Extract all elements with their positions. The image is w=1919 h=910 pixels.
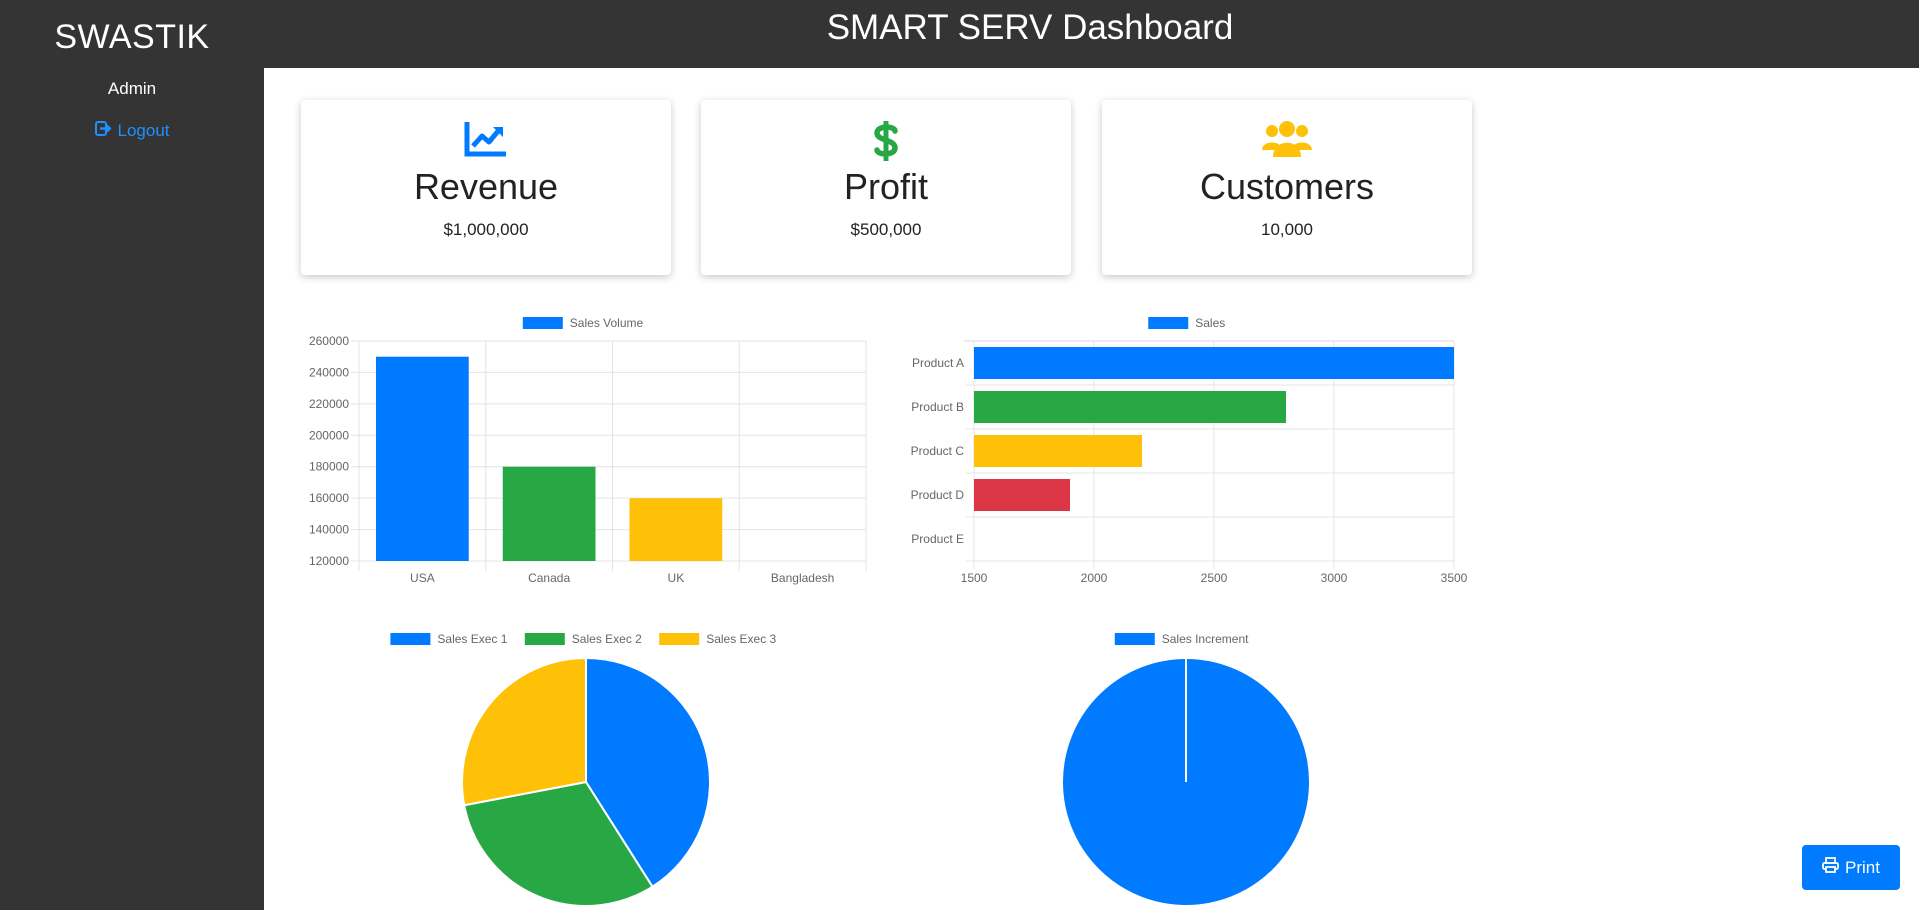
x-tick-label: 2500 (1201, 571, 1228, 585)
customers-card: Customers 10,000 (1102, 100, 1472, 275)
card-title: Revenue (413, 166, 559, 207)
legend-label: Sales Exec 3 (706, 632, 776, 646)
pie-slice (585, 656, 711, 889)
legend-swatch (522, 317, 563, 329)
bar (974, 391, 1286, 423)
bar (974, 435, 1142, 467)
x-tick-label: USA (410, 571, 435, 585)
y-tick-label: 200000 (309, 428, 349, 442)
pie-slice (461, 656, 587, 807)
top-header: SMART SERV Dashboard (264, 0, 1919, 68)
legend-label: Sales Exec 2 (572, 632, 642, 646)
sign-out-icon (94, 121, 112, 141)
legend-swatch (1148, 317, 1189, 329)
legend-swatch (524, 633, 565, 645)
card-title: Profit (843, 166, 929, 207)
pie-slice (463, 780, 654, 907)
y-tick-label: Product C (911, 444, 965, 458)
legend-swatch (1114, 633, 1155, 645)
legend-swatch (659, 633, 700, 645)
print-label: Print (1845, 857, 1880, 877)
sidebar: SWASTIK Admin Logout (0, 0, 264, 910)
legend-label: Sales Volume (570, 316, 644, 330)
profit-card: Profit $500,000 (701, 100, 1071, 275)
x-tick-label: 1500 (961, 571, 988, 585)
logout-label: Logout (117, 121, 170, 140)
y-tick-label: 160000 (309, 491, 349, 505)
card-value: $1,000,000 (443, 220, 529, 239)
x-tick-label: 3500 (1441, 571, 1468, 585)
pie-slice (1061, 657, 1311, 907)
bar (376, 356, 469, 561)
x-tick-label: Bangladesh (771, 571, 834, 585)
y-tick-label: 260000 (309, 334, 349, 348)
user-name: Admin (107, 79, 157, 98)
printer-icon (1822, 857, 1839, 878)
y-tick-label: 120000 (309, 554, 349, 568)
bar (629, 498, 723, 561)
card-title: Customers (1199, 166, 1375, 207)
legend-label: Sales Increment (1162, 632, 1249, 646)
x-tick-label: 2000 (1081, 571, 1108, 585)
bar (974, 347, 1454, 379)
bar (974, 479, 1070, 511)
revenue-card: Revenue $1,000,000 (301, 100, 671, 275)
x-tick-label: UK (668, 571, 685, 585)
print-button[interactable]: Print (1802, 845, 1900, 890)
x-tick-label: Canada (528, 571, 570, 585)
y-tick-label: 180000 (309, 460, 349, 474)
legend-label: Sales (1195, 316, 1225, 330)
y-tick-label: Product E (911, 532, 964, 546)
y-tick-label: 140000 (309, 523, 349, 537)
y-tick-label: Product A (912, 356, 964, 370)
bar (502, 466, 596, 561)
card-value: 10,000 (1261, 220, 1313, 239)
legend-swatch (390, 633, 431, 645)
page-title: SMART SERV Dashboard (826, 8, 1234, 47)
chart-line-icon (301, 120, 671, 160)
y-tick-label: 240000 (309, 365, 349, 379)
y-tick-label: 220000 (309, 397, 349, 411)
y-tick-label: Product D (911, 488, 965, 502)
y-tick-label: Product B (911, 400, 964, 414)
logout-link[interactable]: Logout (0, 121, 264, 141)
x-tick-label: 3000 (1321, 571, 1348, 585)
dollar-icon (701, 120, 1071, 161)
card-value: $500,000 (850, 220, 922, 239)
legend-label: Sales Exec 1 (437, 632, 507, 646)
users-icon (1102, 120, 1472, 160)
brand-logo: SWASTIK (54, 18, 210, 56)
